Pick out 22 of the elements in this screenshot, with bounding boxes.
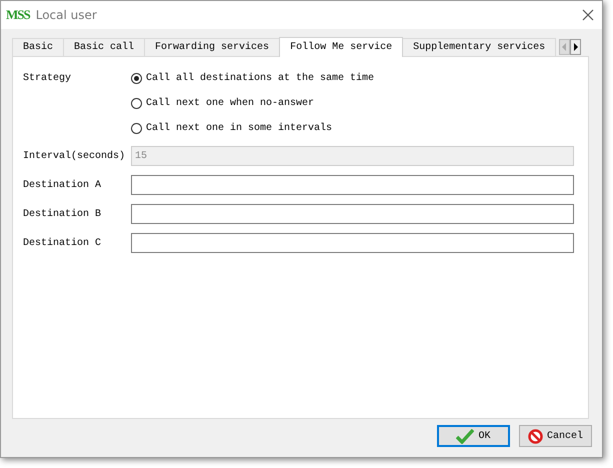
input-field[interactable] — [131, 233, 574, 253]
window-title: Local user — [36, 8, 98, 22]
strategy-label: Strategy — [23, 72, 72, 86]
field-label: Interval(seconds) — [23, 150, 126, 164]
dialog-button[interactable]: OK — [437, 425, 510, 447]
field-label: Destination C — [23, 236, 102, 250]
field-label: Destination A — [23, 178, 102, 192]
input-field[interactable] — [131, 175, 574, 195]
checkmark-icon — [456, 428, 474, 444]
radio-option[interactable]: Call next one in some intervals — [131, 120, 374, 137]
field-label: Destination B — [23, 208, 102, 222]
prohibited-icon — [528, 428, 543, 444]
app-logo: MSS — [6, 7, 30, 23]
dialog-button[interactable]: Cancel — [519, 425, 592, 447]
radio-option[interactable]: Call next one when no-answer — [131, 95, 374, 112]
tab[interactable]: Supplementary services — [402, 38, 556, 56]
close-icon[interactable] — [582, 9, 594, 21]
scroll-right-icon[interactable] — [570, 39, 582, 55]
tab[interactable]: Follow Me service — [279, 37, 404, 57]
input-field[interactable] — [131, 204, 574, 224]
tab[interactable]: Basic — [12, 38, 64, 56]
radio-option[interactable]: Call all destinations at the same time — [131, 70, 374, 87]
